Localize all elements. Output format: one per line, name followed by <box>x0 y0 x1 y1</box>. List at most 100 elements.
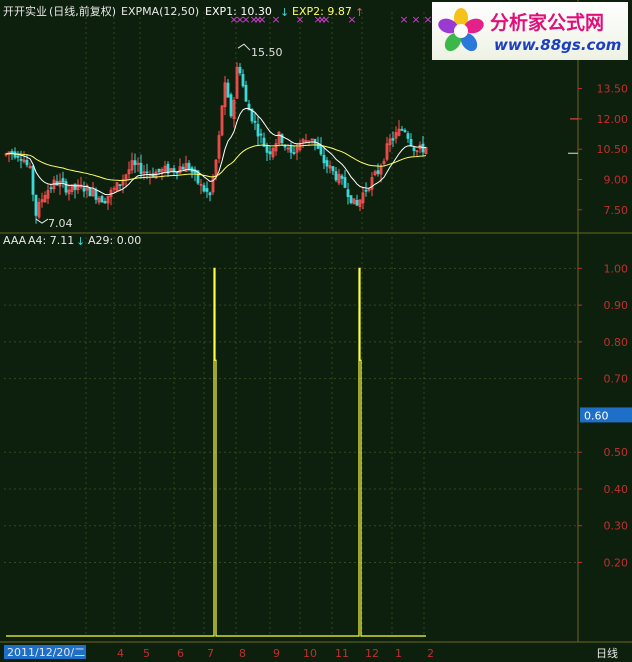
indicator-name: EXPMA(12,50) <box>121 5 199 18</box>
candle-body <box>325 160 329 167</box>
site-logo: 分析家公式网 www.88gs.com <box>432 2 628 60</box>
candle-body <box>19 158 23 161</box>
month-label: 5 <box>143 647 150 660</box>
flower-icon <box>438 8 484 52</box>
value-tick-label: 0.70 <box>604 373 629 386</box>
candle-body <box>319 145 323 155</box>
logo-name: 分析家公式网 <box>490 12 605 34</box>
candle-body <box>145 171 149 174</box>
candle-body <box>292 152 296 154</box>
candle-body <box>226 82 230 98</box>
current-date-label: 2011/12/20/二 <box>7 646 85 659</box>
month-label: 9 <box>273 647 280 660</box>
value-tick-label: 0.20 <box>604 556 629 569</box>
low-marker-label: 7.04 <box>48 217 73 230</box>
event-marker: × <box>411 13 420 26</box>
candle-body <box>265 145 269 153</box>
candle-body <box>268 151 272 155</box>
candle-body <box>31 165 35 195</box>
exp1-value: EXP1: 10.30 <box>205 5 272 18</box>
candle-body <box>157 168 161 172</box>
a29-value: A29: 0.00 <box>88 234 141 247</box>
candle-body <box>208 192 212 196</box>
price-tick-label: 7.50 <box>604 204 629 217</box>
arrow-down-icon: ↓ <box>280 6 289 19</box>
candle-body <box>82 187 86 192</box>
arrow-up-icon: ↑ <box>355 6 364 19</box>
value-tick-label: 0.80 <box>604 336 629 349</box>
exp2-value: EXP2: 9.87 <box>292 5 352 18</box>
candle-body <box>346 189 350 197</box>
event-marker: × <box>399 13 408 26</box>
candle-body <box>403 130 407 132</box>
month-label: 11 <box>335 647 349 660</box>
month-label: 10 <box>303 647 317 660</box>
price-tick-label: 10.50 <box>597 143 629 156</box>
candle-body <box>181 166 185 170</box>
candle-body <box>256 123 260 137</box>
candle-body <box>100 195 104 203</box>
stock-chart[interactable]: 13.5012.0010.509.007.501.000.900.800.700… <box>0 0 632 662</box>
candle-body <box>391 138 395 141</box>
candle-body <box>334 171 338 181</box>
candle-body <box>187 162 191 170</box>
chart-window: 13.50 12.00 10.50 9.00 7.50 1.00 0.90 0.80 0.70 0… <box>0 0 632 662</box>
candle-body <box>229 94 233 117</box>
candle-body <box>73 183 77 190</box>
candle-body <box>202 185 206 192</box>
indicator-name-aaa: AAA <box>3 234 27 247</box>
candle-body <box>259 133 263 136</box>
candle-body <box>376 170 380 174</box>
candle-body <box>10 151 14 154</box>
logo-url: www.88gs.com <box>494 36 622 54</box>
candle-body <box>322 154 326 164</box>
price-tick-label: 12.00 <box>597 113 629 126</box>
candle-body <box>409 138 413 146</box>
arrow-down-icon: ↓ <box>76 235 85 248</box>
candle-body <box>238 67 242 74</box>
candle-body <box>16 155 20 158</box>
candle-body <box>244 84 248 102</box>
candle-body <box>172 168 176 172</box>
candle-body <box>103 201 107 204</box>
candle-body <box>400 128 404 131</box>
price-tick-label: 13.50 <box>597 83 629 96</box>
candle-body <box>406 133 410 139</box>
month-label: 8 <box>239 647 246 660</box>
month-label: 4 <box>117 647 124 660</box>
month-label: 12 <box>365 647 379 660</box>
month-label: 2 <box>427 647 434 660</box>
high-marker-label: 15.50 <box>251 46 283 59</box>
price-tick-label: 9.00 <box>604 174 629 187</box>
candle-body <box>94 189 98 200</box>
candle-body <box>349 195 353 204</box>
candle-body <box>316 143 320 149</box>
candle-body <box>118 184 122 187</box>
a4-value: A4: 7.11 <box>28 234 74 247</box>
candle-body <box>34 194 38 216</box>
current-value-label: 0.60 <box>584 409 609 422</box>
candle-body <box>88 187 92 197</box>
candle-body <box>340 175 344 179</box>
value-tick-label: 0.50 <box>604 446 629 459</box>
candle-body <box>412 147 416 151</box>
candle-body <box>25 159 29 166</box>
period-label: 日线 <box>596 646 618 660</box>
candle-body <box>241 74 245 87</box>
value-tick-label: 0.40 <box>604 483 629 496</box>
candle-body <box>253 120 257 123</box>
value-tick-label: 0.90 <box>604 299 629 312</box>
candle-body <box>49 187 53 190</box>
month-label: 7 <box>207 647 214 660</box>
candle-body <box>139 163 143 175</box>
candle-body <box>289 145 293 153</box>
candle-body <box>61 178 65 183</box>
candle-body <box>133 160 137 166</box>
candle-body <box>355 199 359 206</box>
stock-name: 开开实业 <box>3 4 47 18</box>
candle-body <box>205 188 209 192</box>
candle-body <box>343 177 347 188</box>
month-label: 1 <box>395 647 402 660</box>
value-tick-label: 1.00 <box>604 262 629 275</box>
month-label: 6 <box>177 647 184 660</box>
